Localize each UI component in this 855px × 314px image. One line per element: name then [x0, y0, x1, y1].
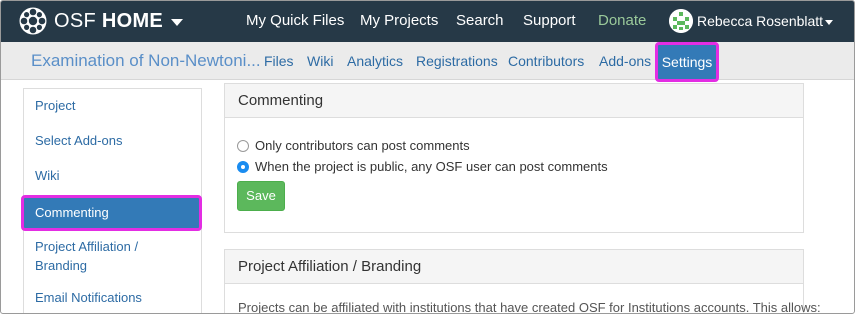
- nav-donate[interactable]: Donate: [598, 12, 646, 29]
- sidebar-item-email-notifications[interactable]: Email Notifications: [24, 288, 201, 307]
- project-title[interactable]: Examination of Non-Newtoni...: [31, 51, 261, 71]
- sidebar-item-commenting[interactable]: Commenting: [21, 195, 202, 231]
- commenting-panel: Commenting Only contributors can post co…: [224, 83, 804, 233]
- top-navbar: OSF HOME My Quick Files My Projects Sear…: [1, 1, 854, 42]
- caret-down-icon: [825, 19, 834, 25]
- nav-support[interactable]: Support: [523, 12, 576, 29]
- nav-my-projects[interactable]: My Projects: [360, 12, 438, 29]
- tab-wiki[interactable]: Wiki: [307, 53, 333, 69]
- osf-home-menu[interactable]: OSF HOME: [19, 7, 184, 35]
- osf-logo-icon: [19, 7, 47, 35]
- avatar: [669, 9, 693, 33]
- radio-button[interactable]: [237, 160, 249, 173]
- nav-my-quick-files[interactable]: My Quick Files: [246, 12, 344, 29]
- tab-contributors[interactable]: Contributors: [508, 53, 584, 69]
- sidebar-item-project-affiliation[interactable]: Project Affiliation / Branding: [24, 237, 201, 275]
- tab-registrations[interactable]: Registrations: [416, 53, 498, 69]
- radio-button[interactable]: [237, 139, 249, 152]
- sidebar-item-label: Project Affiliation /: [35, 239, 139, 254]
- affiliation-description: Projects can be affiliated with institut…: [238, 300, 821, 314]
- sidebar-item-label: Branding: [35, 258, 88, 273]
- affiliation-panel: Project Affiliation / Branding Projects …: [224, 249, 821, 313]
- brand-label: OSF HOME: [54, 9, 164, 32]
- radio-public-any-user[interactable]: When the project is public, any OSF user…: [237, 159, 608, 174]
- radio-label: Only contributors can post comments: [255, 138, 470, 153]
- panel-title: Commenting: [225, 84, 803, 118]
- sidebar-item-project[interactable]: Project: [24, 96, 201, 115]
- app-window: OSF HOME My Quick Files My Projects Sear…: [0, 0, 855, 314]
- tab-analytics[interactable]: Analytics: [347, 53, 403, 69]
- sidebar-item-select-add-ons[interactable]: Select Add-ons: [24, 131, 201, 150]
- tab-files[interactable]: Files: [264, 53, 294, 69]
- panel-title: Project Affiliation / Branding: [225, 250, 803, 284]
- user-menu[interactable]: Rebecca Rosenblatt: [669, 9, 834, 33]
- sidebar-item-wiki[interactable]: Wiki: [24, 166, 201, 185]
- user-name: Rebecca Rosenblatt: [697, 13, 824, 29]
- tab-add-ons[interactable]: Add-ons: [599, 53, 651, 69]
- project-navbar: Examination of Non-Newtoni... Files Wiki…: [1, 42, 854, 82]
- save-button[interactable]: Save: [237, 181, 285, 211]
- settings-sidebar: Project Select Add-ons Wiki Commenting P…: [21, 88, 202, 313]
- caret-down-icon: [171, 18, 184, 26]
- nav-search[interactable]: Search: [456, 12, 504, 29]
- radio-label: When the project is public, any OSF user…: [255, 159, 608, 174]
- tab-settings[interactable]: Settings: [655, 42, 719, 82]
- radio-contributors-only[interactable]: Only contributors can post comments: [237, 138, 470, 153]
